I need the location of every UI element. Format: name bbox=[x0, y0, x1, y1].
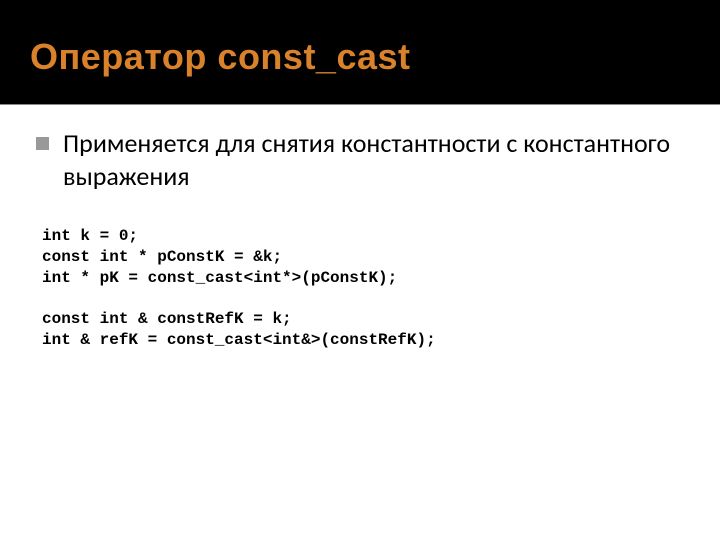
bullet-text: Применяется для снятия константности с к… bbox=[63, 127, 684, 192]
slide-header: Оператор const_cast bbox=[0, 0, 720, 105]
code-line: int k = 0; bbox=[42, 227, 138, 245]
bullet-item: Применяется для снятия константности с к… bbox=[36, 127, 684, 192]
square-bullet-icon bbox=[36, 137, 49, 150]
slide-title: Оператор const_cast bbox=[30, 37, 411, 77]
slide: Оператор const_cast Применяется для снят… bbox=[0, 0, 720, 540]
code-line: int * pK = const_cast<int*>(pConstK); bbox=[42, 269, 397, 287]
code-block: int k = 0; const int * pConstK = &k; int… bbox=[42, 226, 684, 351]
code-line: int & refK = const_cast<int&>(constRefK)… bbox=[42, 331, 436, 349]
slide-content: Применяется для снятия константности с к… bbox=[0, 105, 720, 351]
code-line: const int & constRefK = k; bbox=[42, 310, 292, 328]
code-line: const int * pConstK = &k; bbox=[42, 248, 282, 266]
